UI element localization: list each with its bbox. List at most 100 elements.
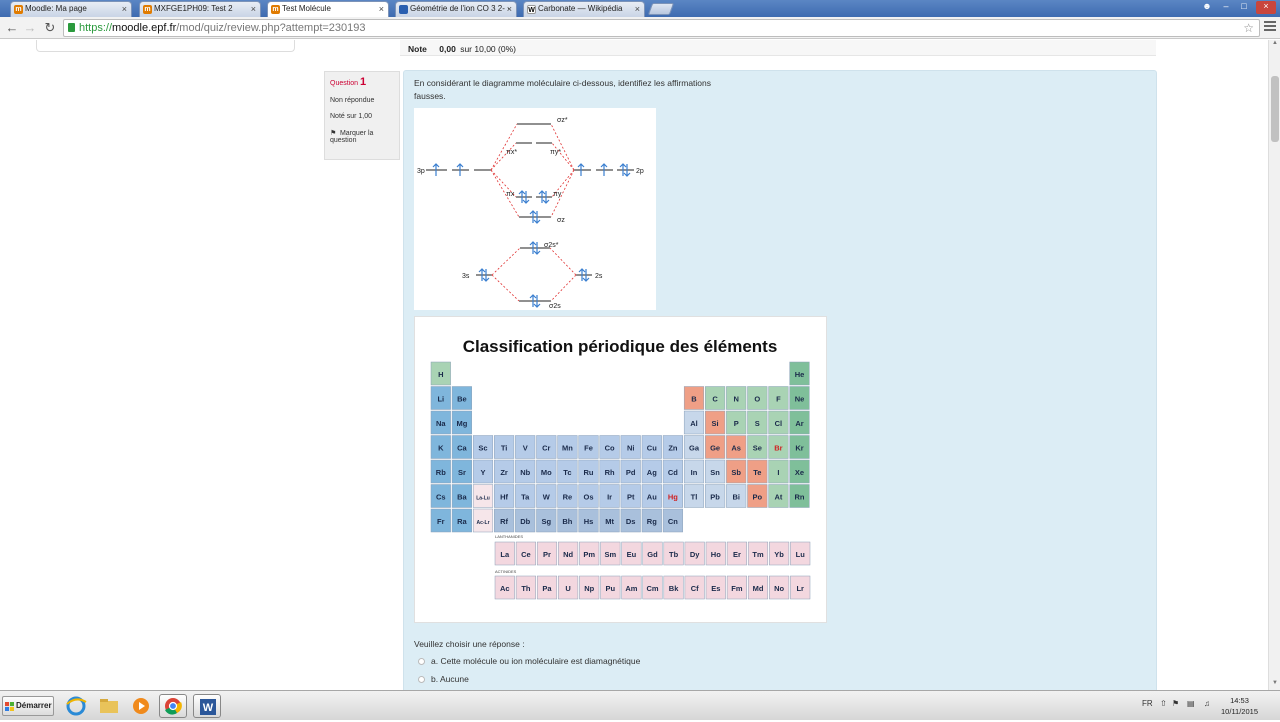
tab-geometrie[interactable]: Géométrie de l'ion CO 3 2- · × (395, 1, 517, 17)
tray-arrow-icon[interactable]: ⇧ (1160, 699, 1167, 708)
side-block (36, 40, 295, 52)
actinide-u-symbol: U (565, 584, 570, 593)
scroll-up-icon[interactable]: ▲ (1269, 40, 1280, 50)
element-sn-symbol: Sn (710, 468, 720, 477)
lanthanide-la-symbol: La (500, 550, 510, 559)
close-window-icon[interactable]: × (1256, 1, 1276, 14)
element-mt-symbol: Mt (605, 517, 614, 526)
scrollbar-thumb[interactable] (1271, 76, 1279, 142)
element-rg-symbol: Rg (647, 517, 657, 526)
browser-tab-bar: m Moodle: Ma page × m MXFGE1PH09: Test 2… (0, 0, 1280, 17)
system-clock[interactable]: 14:53 10/11/2015 (1221, 695, 1258, 717)
file-explorer-icon[interactable] (95, 694, 123, 718)
close-tab-icon[interactable]: × (379, 2, 384, 16)
windows-logo-icon (5, 702, 14, 711)
element-ni-symbol: Ni (627, 444, 635, 453)
tab-moodle-ma-page[interactable]: m Moodle: Ma page × (10, 1, 132, 17)
element-ge-symbol: Ge (710, 444, 720, 453)
element-ar-symbol: Ar (795, 419, 803, 428)
close-tab-icon[interactable]: × (251, 2, 256, 16)
element-zr-symbol: Zr (500, 468, 508, 477)
element-v-symbol: V (523, 444, 528, 453)
element-br-symbol: Br (774, 444, 782, 453)
element-te-symbol: Te (753, 468, 761, 477)
periodic-table-image: Classification périodique des éléments L… (414, 316, 827, 623)
minimize-icon[interactable]: – (1218, 1, 1234, 11)
element-bh-symbol: Bh (562, 517, 572, 526)
language-indicator[interactable]: FR (1142, 699, 1153, 708)
menu-icon[interactable] (1264, 21, 1276, 33)
element-hs-symbol: Hs (584, 517, 594, 526)
tab-wikipedia[interactable]: W Carbonate — Wikipédia × (523, 1, 645, 17)
actinide-th-symbol: Th (521, 584, 531, 593)
grade-row: Note 0,00 sur 10,00 (0%) (400, 40, 1156, 56)
answer-option-a[interactable]: a. Cette molécule ou ion moléculaire est… (418, 654, 640, 668)
internet-explorer-icon[interactable] (62, 694, 90, 718)
element-cl-symbol: Cl (775, 419, 783, 428)
element-rb-symbol: Rb (436, 468, 446, 477)
radio-button[interactable] (418, 658, 425, 666)
element-mg-symbol: Mg (456, 419, 467, 428)
chrome-taskbar-icon[interactable] (159, 694, 187, 718)
element-kr-symbol: Kr (795, 444, 803, 453)
flag-question-link[interactable]: ⚑ Marquer la question (330, 129, 394, 144)
lanthanide-pr-symbol: Pr (543, 550, 551, 559)
actinide-es-symbol: Es (711, 584, 720, 593)
element-nb-symbol: Nb (520, 468, 530, 477)
element-ru-symbol: Ru (584, 468, 594, 477)
element-ac-lr-symbol: Ac-Lr (476, 520, 489, 526)
new-tab-button[interactable] (647, 3, 675, 15)
tab-test-molecule[interactable]: m Test Molécule × (267, 1, 389, 17)
close-tab-icon[interactable]: × (507, 2, 512, 16)
actinide-pu-symbol: Pu (606, 584, 616, 593)
media-player-icon[interactable] (127, 694, 155, 718)
answer-option-b[interactable]: b. Aucune (418, 672, 469, 686)
start-button[interactable]: Démarrer (2, 696, 54, 716)
actinide-np-symbol: Np (584, 584, 594, 593)
question-info: Question 1 Non répondue Noté sur 1,00 ⚑ … (324, 71, 400, 160)
word-taskbar-icon[interactable]: W (193, 694, 221, 718)
actinide-fm-symbol: Fm (731, 584, 743, 593)
radio-button[interactable] (418, 676, 425, 684)
page-scrollbar[interactable]: ▲ ▼ (1268, 40, 1280, 690)
forward-arrow-icon[interactable]: → (22, 20, 38, 36)
actinide-cf-symbol: Cf (691, 584, 699, 593)
scroll-down-icon[interactable]: ▼ (1269, 680, 1280, 690)
reload-icon[interactable]: ↻ (42, 20, 58, 36)
flag-tray-icon[interactable]: ⚑ (1172, 699, 1179, 708)
element-w-symbol: W (543, 493, 551, 502)
network-tray-icon[interactable]: ▤ (1187, 699, 1195, 708)
lanthanide-pm-symbol: Pm (583, 550, 595, 559)
maximize-icon[interactable]: □ (1236, 1, 1252, 11)
element-o-symbol: O (754, 395, 760, 404)
address-bar[interactable]: https://moodle.epf.fr/mod/quiz/review.ph… (63, 19, 1260, 37)
element-pt-symbol: Pt (627, 493, 635, 502)
user-icon[interactable]: ☻ (1199, 1, 1215, 11)
element-n-symbol: N (733, 395, 738, 404)
element-tl-symbol: Tl (691, 493, 698, 502)
volume-tray-icon[interactable]: ♫ (1204, 699, 1210, 708)
close-tab-icon[interactable]: × (122, 2, 127, 16)
element-au-symbol: Au (647, 493, 657, 502)
actinide-bk-symbol: Bk (669, 584, 679, 593)
close-tab-icon[interactable]: × (635, 2, 640, 16)
mo-diagram-image: 3p 2p 3s 2s σz* πx* πy* πx πy σz σ2s* σ2… (414, 108, 656, 310)
element-h-symbol: H (438, 370, 443, 379)
tab-test-2[interactable]: m MXFGE1PH09: Test 2 × (139, 1, 261, 17)
question-content: En considérant le diagramme moléculaire … (403, 70, 1157, 690)
element-si-symbol: Si (712, 419, 719, 428)
element-ga-symbol: Ga (689, 444, 700, 453)
element-be-symbol: Be (457, 395, 467, 404)
element-bi-symbol: Bi (732, 493, 740, 502)
label-sigma-2s-star: σ2s* (544, 242, 559, 249)
element-la-lu-symbol: La-Lu (476, 496, 490, 502)
element-hg-symbol: Hg (668, 493, 678, 502)
bookmark-star-icon[interactable]: ☆ (1243, 20, 1254, 36)
label-sigma-z-star: σz* (557, 117, 568, 124)
element-ti-symbol: Ti (501, 444, 508, 453)
browser-toolbar: ← → ↻ https://moodle.epf.fr/mod/quiz/rev… (0, 17, 1280, 39)
element-mn-symbol: Mn (562, 444, 573, 453)
back-arrow-icon[interactable]: ← (4, 20, 20, 36)
actinides-label: ACTINIDES (495, 569, 517, 574)
element-li-symbol: Li (437, 395, 444, 404)
